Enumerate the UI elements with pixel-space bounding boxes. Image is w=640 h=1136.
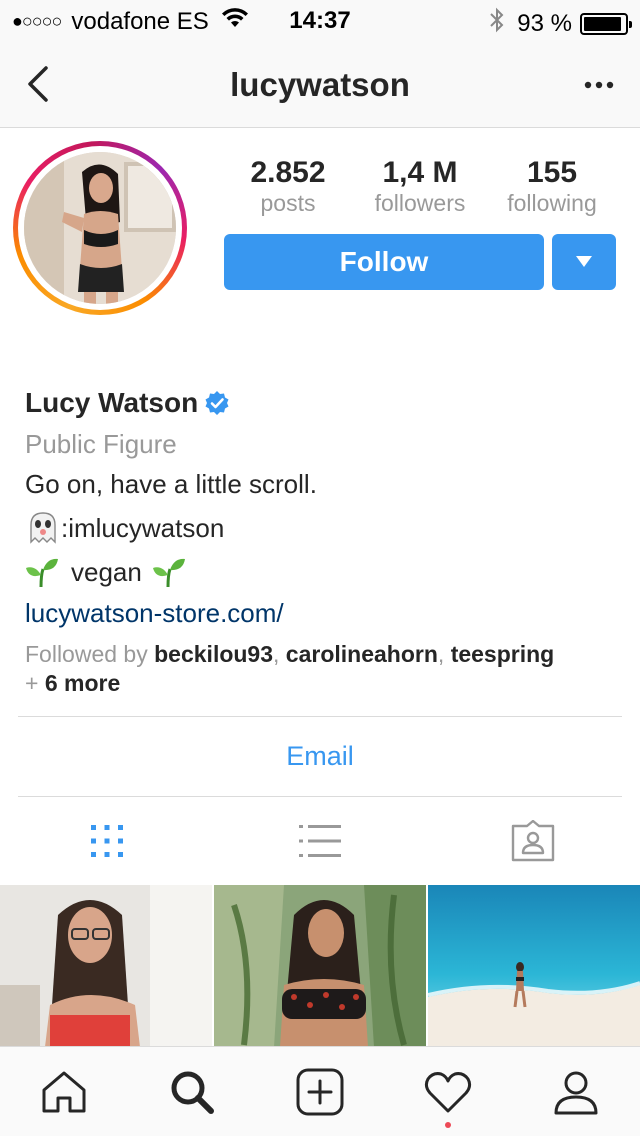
grid-icon [90,825,123,857]
followed-by[interactable]: Followed by beckilou93, carolineahorn, t… [25,640,625,698]
page-title: lucywatson [230,66,410,103]
story-ring[interactable] [13,141,187,315]
status-left: ●○○○○ vodafone ES [12,7,249,36]
followers-count: 1,4 M [382,156,458,189]
tab-search[interactable] [128,1047,256,1136]
seedling-icon [152,558,185,588]
vegan-line: vegan [25,550,625,594]
clock: 14:37 [289,7,351,34]
status-bar: ●○○○○ vodafone ES 14:37 93 % [0,0,640,40]
nav-bar: lucywatson [0,40,640,128]
snapchat-line: :imlucywatson [25,506,625,550]
followed-by-more[interactable]: 6 more [45,670,120,696]
category: Public Figure [25,429,177,459]
avatar [24,152,176,304]
stat-followers[interactable]: 1,4 M followers [354,156,486,216]
vegan-text: vegan [71,557,142,587]
posts-count: 2.852 [250,156,326,189]
email-button[interactable]: Email [18,717,622,796]
battery-icon [580,12,632,35]
battery-percent: 93 % [517,9,572,37]
verified-badge-icon [205,391,229,415]
tab-profile[interactable] [512,1047,640,1136]
tab-new-post[interactable] [256,1047,384,1136]
seedling-icon [26,558,58,588]
bio-text: Go on, have a little scroll. [25,469,317,499]
battery-fill [584,16,621,31]
carrier-name: vodafone ES [71,7,209,35]
status-right: 93 % [489,7,632,40]
bio: Lucy Watson Public Figure Go on, have a … [25,384,625,698]
follow-button[interactable]: Follow [224,234,544,290]
ghost-icon [30,512,56,544]
add-post-icon [296,1068,344,1115]
profile-stats: 2.852 posts 1,4 M followers 155 followin… [222,156,618,216]
suggested-accounts-button[interactable] [552,234,616,290]
wifi-icon [221,7,249,36]
search-icon [171,1071,214,1114]
stat-following[interactable]: 155 following [486,156,618,216]
post-thumbnail[interactable] [0,885,212,1047]
profile-icon [554,1071,598,1114]
following-count: 155 [526,156,578,189]
post-thumbnail[interactable] [214,885,426,1047]
view-tabs [0,797,640,885]
name-row: Lucy Watson [25,384,625,422]
full-name: Lucy Watson [25,387,199,418]
tagged-icon [512,820,555,862]
more-options-button[interactable] [584,70,614,100]
tab-home[interactable] [0,1047,128,1136]
tab-tagged[interactable] [427,797,640,885]
caret-down-icon [576,256,592,267]
signal-strength: ●○○○○ [12,11,62,31]
tab-list-view[interactable] [213,797,426,885]
followed-by-plus: + [25,670,39,696]
following-label: following [507,190,597,216]
snapchat-handle: :imlucywatson [61,513,225,543]
tab-activity[interactable] [384,1047,512,1136]
mutual-follower[interactable]: carolineahorn [286,641,438,667]
tab-grid-view[interactable] [0,797,213,885]
heart-icon [424,1071,472,1112]
posts-label: posts [260,190,316,216]
bluetooth-icon [489,7,505,40]
website-link[interactable]: lucywatson-store.com/ [25,594,625,632]
more-horizontal-icon [584,81,614,89]
notification-dot [445,1122,451,1128]
photo-grid [0,885,640,1047]
followers-label: followers [374,190,466,216]
post-thumbnail[interactable] [428,885,640,1047]
mutual-follower[interactable]: beckilou93 [154,641,273,667]
mutual-follower[interactable]: teespring [451,641,555,667]
stat-posts[interactable]: 2.852 posts [222,156,354,216]
tab-bar [0,1046,640,1136]
followed-by-prefix: Followed by [25,641,148,667]
list-icon [298,825,341,857]
home-icon [42,1071,86,1112]
